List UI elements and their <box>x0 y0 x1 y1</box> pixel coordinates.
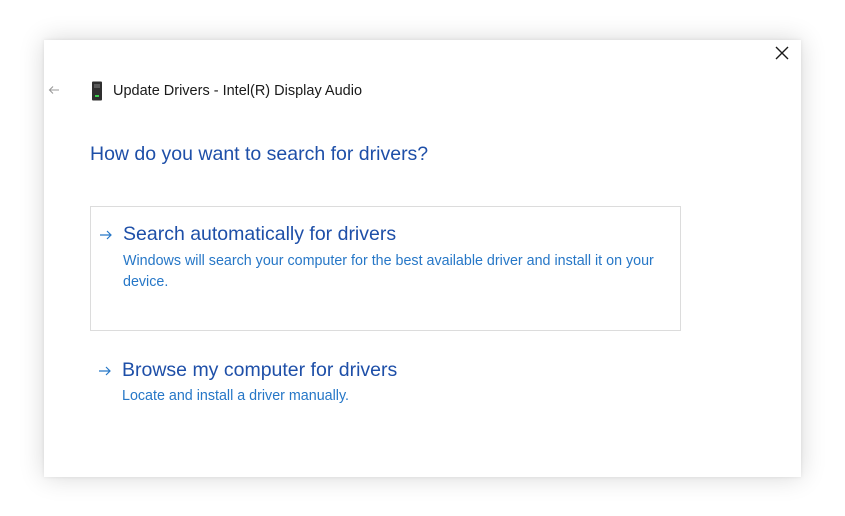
arrow-right-icon <box>99 229 113 241</box>
device-icon <box>90 81 104 101</box>
window-title: Update Drivers - Intel(R) Display Audio <box>113 83 363 99</box>
page-heading: How do you want to search for drivers? <box>90 143 429 165</box>
option-title: Browse my computer for drivers <box>122 359 398 381</box>
title-bar: Update Drivers - Intel(R) Display Audio <box>90 80 362 102</box>
arrow-right-icon <box>98 365 112 377</box>
update-drivers-dialog: Update Drivers - Intel(R) Display Audio … <box>44 40 801 477</box>
back-button[interactable] <box>42 80 66 100</box>
option-title: Search automatically for drivers <box>123 223 397 245</box>
browse-computer-option[interactable]: Browse my computer for drivers Locate an… <box>90 346 681 426</box>
close-icon <box>775 46 789 60</box>
option-description: Locate and install a driver manually. <box>122 388 350 404</box>
close-button[interactable] <box>767 40 797 66</box>
option-description: Windows will search your computer for th… <box>123 253 654 290</box>
back-arrow-icon <box>48 86 59 94</box>
search-automatically-option[interactable]: Search automatically for drivers Windows… <box>90 206 681 331</box>
